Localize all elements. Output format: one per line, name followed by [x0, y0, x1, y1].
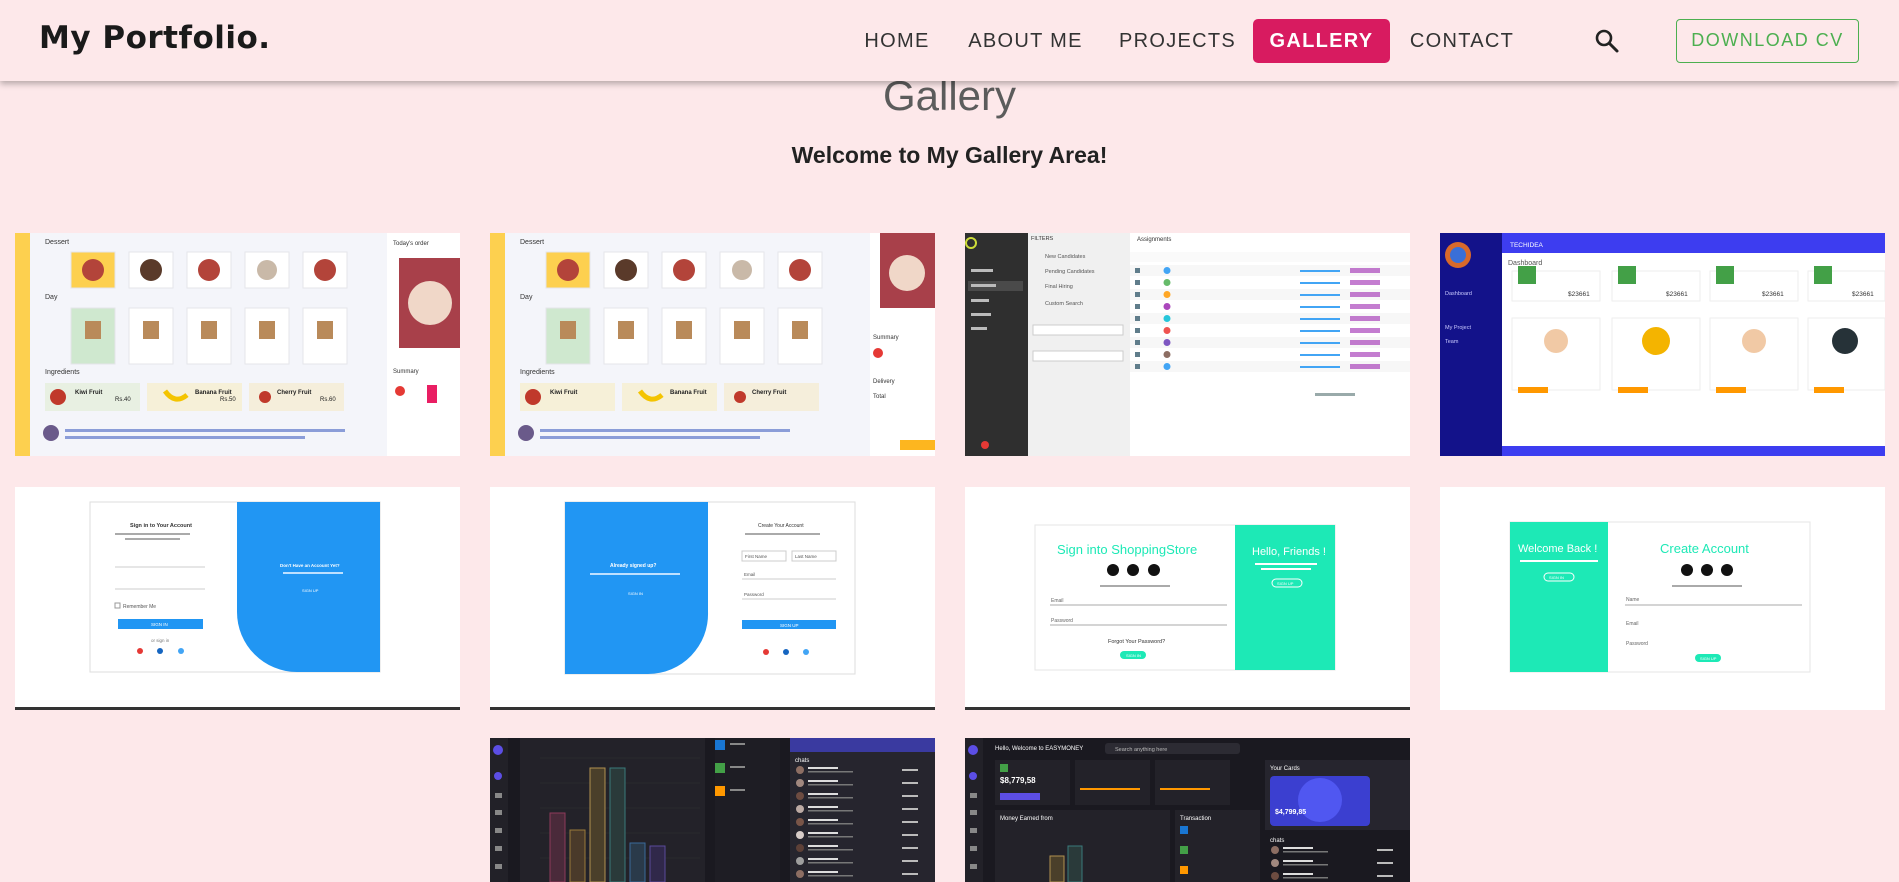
svg-text:Summary: Summary: [393, 369, 419, 375]
svg-text:Don't Have an Account Yet?: Don't Have an Account Yet?: [280, 563, 340, 568]
svg-text:$23661: $23661: [1666, 291, 1688, 298]
gallery-image-create-account-teal[interactable]: Welcome Back ! SIGN IN Create Account Na…: [1440, 487, 1885, 710]
svg-text:$23661: $23661: [1762, 291, 1784, 298]
nav-gallery[interactable]: GALLERY: [1253, 19, 1390, 63]
svg-text:Final Hiring: Final Hiring: [1045, 284, 1073, 290]
gallery-image-dark-finance[interactable]: Hello, Welcome to EASYMONEY Search anyth…: [965, 738, 1410, 882]
svg-text:Remember Me: Remember Me: [123, 604, 156, 610]
svg-text:Hello, Friends !: Hello, Friends !: [1252, 546, 1326, 558]
svg-text:Kiwi Fruit: Kiwi Fruit: [550, 390, 577, 396]
svg-text:Total: Total: [873, 394, 886, 400]
nav-home[interactable]: HOME: [846, 19, 948, 63]
svg-text:Summary: Summary: [873, 335, 899, 341]
svg-text:Pending Candidates: Pending Candidates: [1045, 269, 1095, 275]
svg-text:TECHIDEA: TECHIDEA: [1510, 242, 1544, 249]
search-icon[interactable]: [1594, 28, 1620, 54]
svg-text:Banana Fruit: Banana Fruit: [195, 390, 232, 396]
svg-text:Email: Email: [1051, 598, 1064, 604]
svg-text:Ingredients: Ingredients: [45, 369, 80, 376]
gallery-image-admin-table[interactable]: FILTERS New Candidates Pending Candidates…: [965, 233, 1410, 456]
svg-text:Last Name: Last Name: [795, 554, 817, 559]
svg-text:$8,779,58: $8,779,58: [1000, 776, 1036, 785]
svg-text:Rs.40: Rs.40: [115, 397, 131, 403]
svg-text:Day: Day: [520, 294, 533, 301]
svg-text:$23661: $23661: [1852, 291, 1874, 298]
svg-text:Ingredients: Ingredients: [520, 369, 555, 376]
gallery-image-signup-blue[interactable]: Already signed up? SIGN IN Create Your A…: [490, 487, 935, 710]
svg-text:Email: Email: [1626, 621, 1639, 627]
nav-about-me[interactable]: ABOUT ME: [960, 19, 1091, 63]
svg-text:Delivery: Delivery: [873, 379, 895, 385]
svg-text:Cherry Fruit: Cherry Fruit: [752, 390, 786, 396]
svg-text:New Candidates: New Candidates: [1045, 254, 1086, 260]
svg-text:First Name: First Name: [745, 554, 767, 559]
svg-text:Already signed up?: Already signed up?: [610, 563, 656, 569]
svg-text:Banana Fruit: Banana Fruit: [670, 390, 707, 396]
svg-text:My Project: My Project: [1445, 325, 1471, 331]
svg-text:SIGN IN: SIGN IN: [1549, 575, 1564, 580]
gallery-image-food-app-1[interactable]: Dessert Day Ingredients Kiwi Fruit Rs.40…: [15, 233, 460, 456]
svg-text:Assignments: Assignments: [1137, 237, 1171, 243]
svg-text:SIGN IN: SIGN IN: [151, 622, 168, 627]
gallery-image-food-app-2[interactable]: Dessert Day Ingredients Kiwi Fruit Banan…: [490, 233, 935, 456]
navbar: My Portfolio. HOME ABOUT ME PROJECTS GAL…: [0, 0, 1899, 81]
svg-text:Hello, Welcome to EASYMONEY: Hello, Welcome to EASYMONEY: [995, 746, 1083, 752]
svg-text:Password: Password: [1051, 618, 1073, 624]
svg-text:Password: Password: [744, 592, 764, 597]
svg-text:Rs.50: Rs.50: [220, 397, 236, 403]
svg-text:Dessert: Dessert: [520, 239, 544, 246]
svg-text:SIGN IN: SIGN IN: [1126, 653, 1141, 658]
svg-text:Day: Day: [45, 294, 58, 301]
gallery-image-dark-chart[interactable]: chats: [490, 738, 935, 882]
svg-text:Dashboard: Dashboard: [1445, 291, 1472, 297]
svg-text:Money Earned from: Money Earned from: [1000, 816, 1053, 822]
svg-text:$23661: $23661: [1568, 291, 1590, 298]
download-cv-button[interactable]: DOWNLOAD CV: [1676, 19, 1859, 63]
svg-text:Email: Email: [744, 572, 755, 577]
nav-contact[interactable]: CONTACT: [1402, 19, 1522, 63]
svg-text:Create Account: Create Account: [1660, 541, 1749, 556]
svg-text:SIGN UP: SIGN UP: [780, 623, 799, 628]
svg-text:SIGN UP: SIGN UP: [1277, 581, 1294, 586]
gallery-image-dashboard-cards[interactable]: TECHIDEA Dashboard Dashboard My Project Te…: [1440, 233, 1885, 456]
brand-logo[interactable]: My Portfolio.: [39, 20, 271, 56]
svg-text:Today's order: Today's order: [393, 241, 429, 247]
svg-text:Name: Name: [1626, 597, 1640, 603]
svg-text:Transaction: Transaction: [1180, 816, 1211, 822]
svg-text:or sign in: or sign in: [151, 638, 170, 643]
svg-text:Dashboard: Dashboard: [1508, 260, 1542, 267]
svg-text:Welcome Back !: Welcome Back !: [1518, 543, 1597, 555]
svg-text:SIGN IN: SIGN IN: [628, 591, 643, 596]
svg-text:Your Cards: Your Cards: [1270, 766, 1300, 772]
svg-text:Kiwi Fruit: Kiwi Fruit: [75, 390, 102, 396]
svg-text:Forgot Your Password?: Forgot Your Password?: [1108, 639, 1165, 645]
svg-text:SIGN UP: SIGN UP: [302, 588, 319, 593]
svg-text:Sign in to Your Account: Sign in to Your Account: [130, 523, 192, 529]
svg-text:SIGN UP: SIGN UP: [1700, 656, 1717, 661]
svg-text:Team: Team: [1445, 339, 1459, 345]
gallery-image-signin-teal[interactable]: Sign into ShoppingStore Email Password F…: [965, 487, 1410, 710]
gallery-image-signin-blue[interactable]: Sign in to Your Account Remember Me SIGN…: [15, 487, 460, 710]
nav-projects[interactable]: PROJECTS: [1110, 19, 1245, 63]
page-subtitle: Welcome to My Gallery Area!: [791, 142, 1108, 168]
shot-label-dessert: Dessert: [45, 239, 69, 246]
svg-text:FILTERS: FILTERS: [1031, 236, 1054, 242]
shot-label-chats: chats: [795, 758, 809, 764]
svg-text:Cherry Fruit: Cherry Fruit: [277, 390, 311, 396]
svg-text:chats: chats: [1270, 838, 1284, 844]
svg-text:Custom Search: Custom Search: [1045, 301, 1083, 307]
svg-text:Sign into ShoppingStore: Sign into ShoppingStore: [1057, 542, 1197, 557]
svg-text:Rs.60: Rs.60: [320, 397, 336, 403]
svg-text:Create Your Account: Create Your Account: [758, 523, 804, 529]
svg-text:$4,799,85: $4,799,85: [1275, 809, 1306, 816]
svg-text:Password: Password: [1626, 641, 1648, 647]
svg-text:Search anything here: Search anything here: [1115, 747, 1167, 753]
